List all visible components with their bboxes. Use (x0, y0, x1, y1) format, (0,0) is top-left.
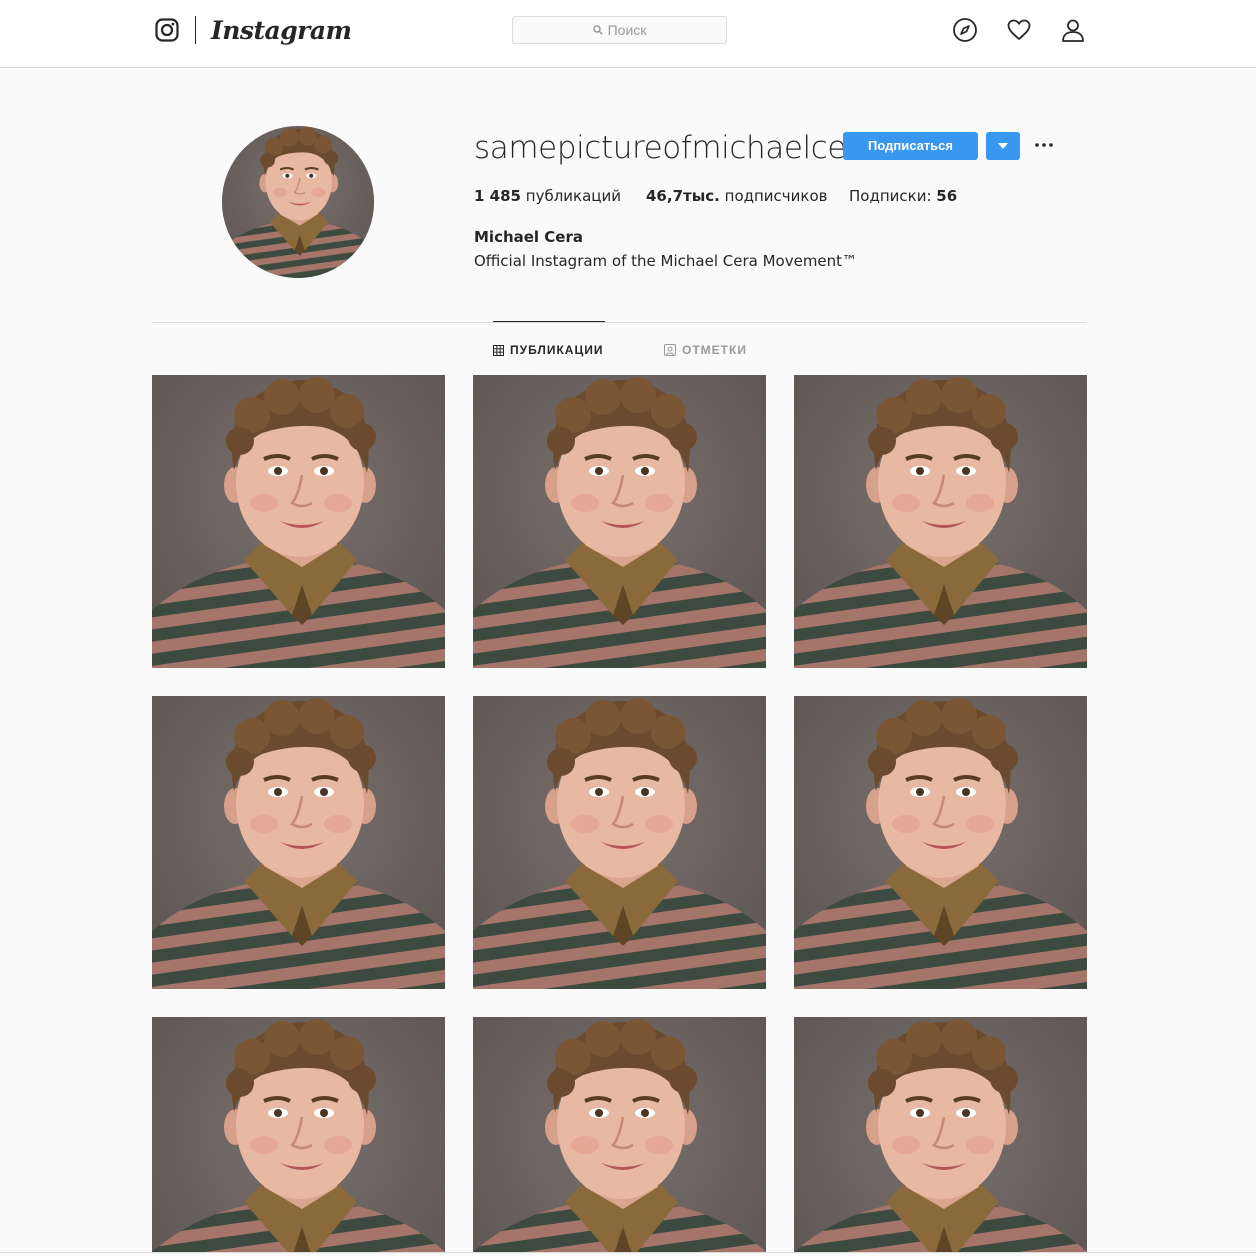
post-photo (152, 696, 445, 989)
profile-icon[interactable] (1060, 17, 1086, 43)
post-photo (794, 375, 1087, 668)
page-bottom-edge (0, 1252, 1256, 1253)
search-icon (592, 25, 603, 35)
profile-bio: Official Instagram of the Michael Cera M… (474, 252, 858, 270)
post-thumbnail[interactable] (152, 1017, 445, 1252)
following-count: 56 (936, 187, 958, 205)
top-navigation-bar: Instagram Поиск (0, 0, 1256, 68)
tab-posts[interactable]: ПУБЛИКАЦИИ (493, 340, 603, 360)
profile-full-name: Michael Cera (474, 228, 583, 246)
posts-count-stat: 1 485 публикаций (474, 186, 621, 206)
tab-tagged[interactable]: ОТМЕТКИ (664, 340, 747, 360)
post-photo (473, 375, 766, 668)
instagram-glyph-icon[interactable] (155, 18, 179, 42)
post-photo (473, 696, 766, 989)
heart-icon[interactable] (1006, 17, 1032, 43)
post-thumbnail[interactable] (794, 375, 1087, 668)
active-tab-indicator (493, 321, 605, 322)
post-photo (794, 1017, 1087, 1252)
following-stat[interactable]: Подписки: 56 (849, 186, 957, 206)
search-placeholder: Поиск (607, 22, 647, 38)
compass-icon[interactable] (952, 17, 978, 43)
followers-stat[interactable]: 46,7тыс. подписчиков (646, 186, 828, 206)
tabs-divider (152, 322, 1087, 323)
following-label: Подписки: (849, 187, 932, 205)
post-thumbnail[interactable] (152, 375, 445, 668)
tab-tagged-label: ОТМЕТКИ (682, 343, 747, 357)
avatar-photo (222, 126, 374, 278)
instagram-wordmark[interactable]: Instagram (211, 14, 352, 48)
post-thumbnail[interactable] (794, 1017, 1087, 1252)
search-input[interactable]: Поиск (512, 16, 727, 44)
post-thumbnail[interactable] (794, 696, 1087, 989)
ellipsis-icon (1035, 143, 1053, 147)
follow-button[interactable]: Подписаться (843, 132, 978, 160)
profile-avatar[interactable] (222, 126, 374, 278)
post-thumbnail[interactable] (152, 696, 445, 989)
post-thumbnail[interactable] (473, 1017, 766, 1252)
followers-count: 46,7тыс. (646, 187, 720, 205)
caret-down-icon (998, 143, 1008, 149)
post-photo (794, 696, 1087, 989)
post-photo (473, 1017, 766, 1252)
tagged-icon (664, 344, 676, 356)
suggestions-dropdown-button[interactable] (986, 132, 1020, 160)
grid-icon (493, 344, 504, 356)
post-thumbnail[interactable] (473, 696, 766, 989)
posts-count: 1 485 (474, 187, 521, 205)
tab-posts-label: ПУБЛИКАЦИИ (510, 343, 604, 357)
followers-label: подписчиков (724, 187, 828, 205)
logo-divider (195, 16, 196, 44)
post-photo (152, 375, 445, 668)
post-photo (152, 1017, 445, 1252)
post-thumbnail[interactable] (473, 375, 766, 668)
more-options-button[interactable] (1032, 135, 1056, 155)
profile-username: samepictureofmichaelcera (474, 130, 878, 166)
posts-label: публикаций (525, 187, 621, 205)
